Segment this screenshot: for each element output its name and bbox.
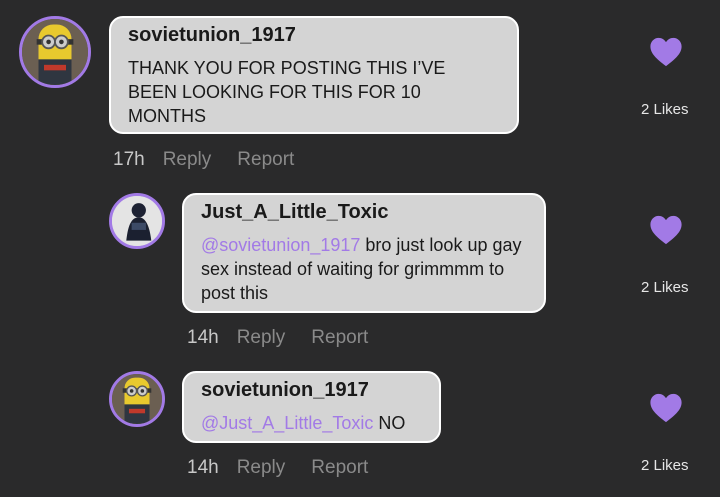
heart-icon[interactable] xyxy=(649,392,683,424)
report-button[interactable]: Report xyxy=(311,457,368,478)
comment-meta: 14h Reply Report xyxy=(187,457,368,479)
mention-link[interactable]: @Just_A_Little_Toxic xyxy=(201,413,373,433)
report-button[interactable]: Report xyxy=(237,149,294,170)
comment-time: 14h xyxy=(187,457,219,478)
mention-link[interactable]: @sovietunion_1917 xyxy=(201,235,360,255)
like-count: 2 Likes xyxy=(641,279,689,296)
heart-icon[interactable] xyxy=(649,214,683,246)
heart-icon[interactable] xyxy=(649,36,683,68)
comment-bubble: sovietunion_1917 THANK YOU FOR POSTING T… xyxy=(109,16,519,134)
user-avatar[interactable] xyxy=(109,371,165,427)
comment-username[interactable]: sovietunion_1917 xyxy=(201,379,369,402)
comment-body: NO xyxy=(373,413,406,433)
comment-bubble: sovietunion_1917 @Just_A_Little_Toxic NO xyxy=(182,371,441,443)
comment-time: 17h xyxy=(113,149,145,170)
comment-text: THANK YOU FOR POSTING THIS I’VE BEEN LOO… xyxy=(128,56,468,128)
comment-body: THANK YOU FOR POSTING THIS I’VE BEEN LOO… xyxy=(128,58,446,126)
comment-username[interactable]: sovietunion_1917 xyxy=(128,24,296,47)
comment-bubble: Just_A_Little_Toxic @sovietunion_1917 br… xyxy=(182,193,546,313)
comment-meta: 14h Reply Report xyxy=(187,327,368,349)
like-count: 2 Likes xyxy=(641,101,689,118)
comment-meta: 17h Reply Report xyxy=(113,149,294,171)
minion-avatar-icon xyxy=(112,374,162,424)
figure-avatar-icon xyxy=(112,196,162,246)
comment-text: @Just_A_Little_Toxic NO xyxy=(201,411,436,435)
comment-username[interactable]: Just_A_Little_Toxic xyxy=(201,201,388,224)
comment-time: 14h xyxy=(187,327,219,348)
like-count: 2 Likes xyxy=(641,457,689,474)
user-avatar[interactable] xyxy=(109,193,165,249)
reply-button[interactable]: Reply xyxy=(163,149,212,170)
comment-text: @sovietunion_1917 bro just look up gay s… xyxy=(201,233,531,305)
minion-avatar-icon xyxy=(22,19,88,85)
user-avatar[interactable] xyxy=(19,16,91,88)
reply-button[interactable]: Reply xyxy=(237,327,286,348)
reply-button[interactable]: Reply xyxy=(237,457,286,478)
comments-screen: sovietunion_1917 THANK YOU FOR POSTING T… xyxy=(0,0,720,497)
report-button[interactable]: Report xyxy=(311,327,368,348)
